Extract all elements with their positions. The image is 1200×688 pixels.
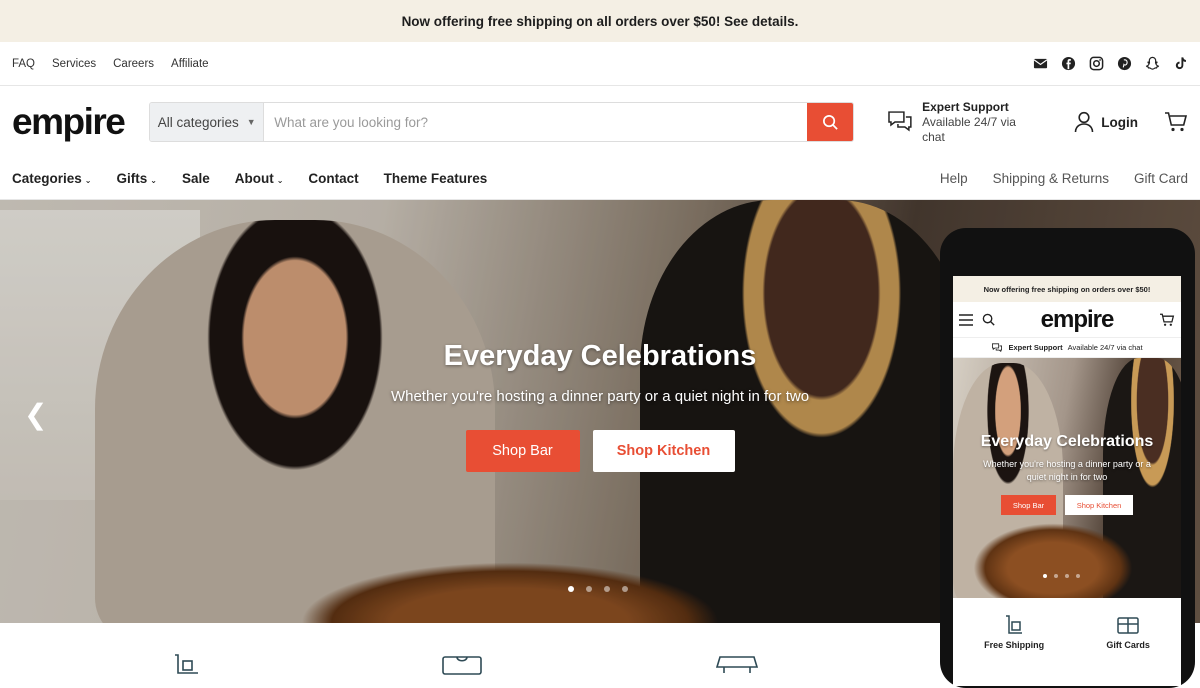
mobile-hero: Everyday Celebrations Whether you're hos…: [953, 358, 1181, 598]
gift-card-icon: [1117, 617, 1139, 634]
nav-item-contact[interactable]: Contact: [308, 171, 358, 186]
category-select-label: All categories: [157, 114, 239, 130]
mobile-features: Free Shipping Gift Cards: [953, 598, 1181, 650]
login-label: Login: [1101, 114, 1138, 130]
mobile-feature-label: Gift Cards: [1106, 640, 1150, 650]
snapchat-icon[interactable]: [1145, 56, 1160, 71]
mobile-hero-subtitle: Whether you're hosting a dinner party or…: [983, 459, 1151, 482]
nav-label: Categories: [12, 171, 82, 186]
mobile-preview-device: Now offering free shipping on orders ove…: [940, 228, 1195, 688]
user-icon: [1074, 111, 1094, 133]
facebook-icon[interactable]: [1061, 56, 1076, 71]
mobile-feature-free-shipping: Free Shipping: [984, 614, 1044, 650]
mobile-support-bar[interactable]: Expert Support Available 24/7 via chat: [953, 338, 1181, 358]
utility-bar: FAQ Services Careers Affiliate: [0, 42, 1200, 86]
search-icon[interactable]: [982, 313, 995, 326]
chevron-down-icon: ⌄: [84, 176, 92, 185]
site-logo[interactable]: empire: [12, 101, 149, 143]
category-select[interactable]: All categories ▼: [150, 103, 265, 141]
nav-item-help[interactable]: Help: [940, 171, 968, 186]
social-links: [1033, 56, 1188, 71]
search-input[interactable]: [264, 103, 808, 141]
chevron-down-icon: ▼: [246, 117, 256, 127]
features-strip: [0, 623, 940, 675]
search-icon: [822, 114, 838, 130]
mail-icon[interactable]: [1033, 56, 1048, 71]
slide-dot[interactable]: [604, 586, 610, 592]
cart-icon[interactable]: [1159, 313, 1175, 327]
nav-item-categories[interactable]: Categories ⌄: [12, 171, 91, 186]
nav-item-sale[interactable]: Sale: [182, 171, 210, 186]
announcement-bar[interactable]: Now offering free shipping on all orders…: [0, 0, 1200, 42]
pinterest-icon[interactable]: [1117, 56, 1132, 71]
chevron-down-icon: ⌄: [276, 176, 284, 185]
slide-dots: [568, 586, 628, 592]
nav-item-shipping-returns[interactable]: Shipping & Returns: [993, 171, 1109, 186]
mobile-shop-bar-button[interactable]: Shop Bar: [1001, 495, 1056, 515]
utility-link-careers[interactable]: Careers: [113, 58, 154, 70]
mobile-support-title: Expert Support: [1008, 343, 1063, 352]
mobile-header: empire: [953, 302, 1181, 338]
utility-link-faq[interactable]: FAQ: [12, 58, 35, 70]
shop-kitchen-button[interactable]: Shop Kitchen: [592, 430, 735, 472]
mobile-announcement: Now offering free shipping on orders ove…: [953, 276, 1181, 302]
chevron-down-icon: ⌄: [150, 176, 157, 185]
mobile-feature-label: Free Shipping: [984, 640, 1045, 650]
chat-bubbles-icon: [992, 342, 1003, 352]
menu-icon[interactable]: [959, 313, 973, 326]
nav-label: Gifts: [116, 171, 148, 186]
mobile-support-subtitle: Available 24/7 via chat: [1067, 343, 1143, 352]
nav-item-gifts[interactable]: Gifts ⌄: [116, 171, 156, 186]
nav-label: About: [234, 171, 274, 186]
chat-bubbles-icon: [888, 111, 912, 132]
expert-support[interactable]: Expert Support Available 24/7 via chat: [887, 100, 1041, 145]
gift-card-icon: [442, 656, 482, 675]
instagram-icon[interactable]: [1089, 56, 1104, 71]
mobile-slide-dots: [1043, 574, 1080, 578]
tiktok-icon[interactable]: [1173, 56, 1188, 71]
search-bar: All categories ▼: [149, 102, 855, 142]
hand-truck-icon: [1006, 615, 1023, 634]
slide-dot[interactable]: [1065, 574, 1069, 578]
cart-icon: [1164, 112, 1188, 132]
announcement-text[interactable]: Now offering free shipping on all orders…: [402, 14, 799, 29]
store-awning-icon: [716, 656, 758, 673]
hand-truck-icon: [175, 654, 198, 674]
nav-item-about[interactable]: About ⌄: [235, 171, 284, 186]
mobile-shop-kitchen-button[interactable]: Shop Kitchen: [1065, 495, 1133, 515]
cart-button[interactable]: [1164, 111, 1188, 133]
search-button[interactable]: [807, 103, 854, 141]
slide-dot[interactable]: [586, 586, 592, 592]
support-subtitle: Available 24/7 via chat: [922, 114, 1016, 144]
utility-links: FAQ Services Careers Affiliate: [12, 58, 209, 70]
main-nav: Categories ⌄ Gifts ⌄ Sale About ⌄ Contact T…: [0, 158, 1200, 200]
utility-link-affiliate[interactable]: Affiliate: [171, 58, 209, 70]
login-link[interactable]: Login: [1074, 111, 1138, 133]
utility-link-services[interactable]: Services: [52, 58, 96, 70]
mobile-hero-title: Everyday Celebrations: [980, 433, 1154, 450]
slide-dot[interactable]: [1076, 574, 1080, 578]
slide-dot[interactable]: [1043, 574, 1047, 578]
site-header: empire All categories ▼ Expert SupportAv…: [0, 86, 1200, 158]
shop-bar-button[interactable]: Shop Bar: [465, 430, 580, 472]
mobile-screen: Now offering free shipping on orders ove…: [953, 276, 1181, 686]
support-title: Expert Support: [922, 99, 1009, 114]
nav-item-theme-features[interactable]: Theme Features: [384, 171, 488, 186]
mobile-logo[interactable]: empire: [995, 306, 1159, 334]
slide-dot[interactable]: [622, 586, 628, 592]
mobile-feature-gift-cards: Gift Cards: [1106, 614, 1150, 650]
slide-dot[interactable]: [568, 586, 574, 592]
slide-dot[interactable]: [1054, 574, 1058, 578]
nav-item-gift-card[interactable]: Gift Card: [1134, 171, 1188, 186]
